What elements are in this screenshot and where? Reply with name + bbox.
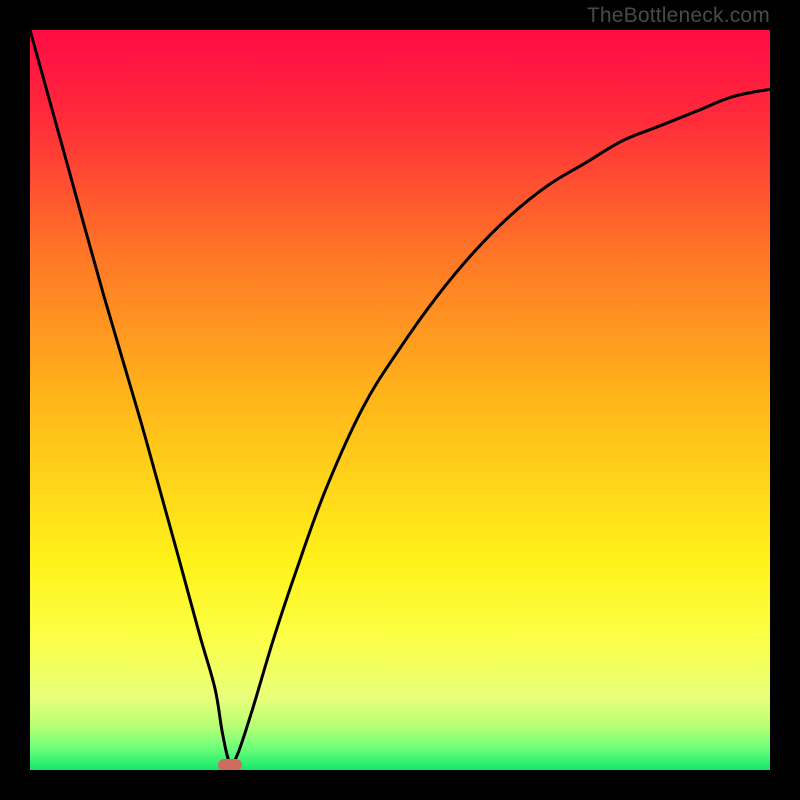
plot-area [30,30,770,770]
bottleneck-curve [30,30,770,770]
optimal-marker [218,759,242,770]
watermark-text: TheBottleneck.com [587,4,770,28]
chart-frame: TheBottleneck.com [0,0,800,800]
